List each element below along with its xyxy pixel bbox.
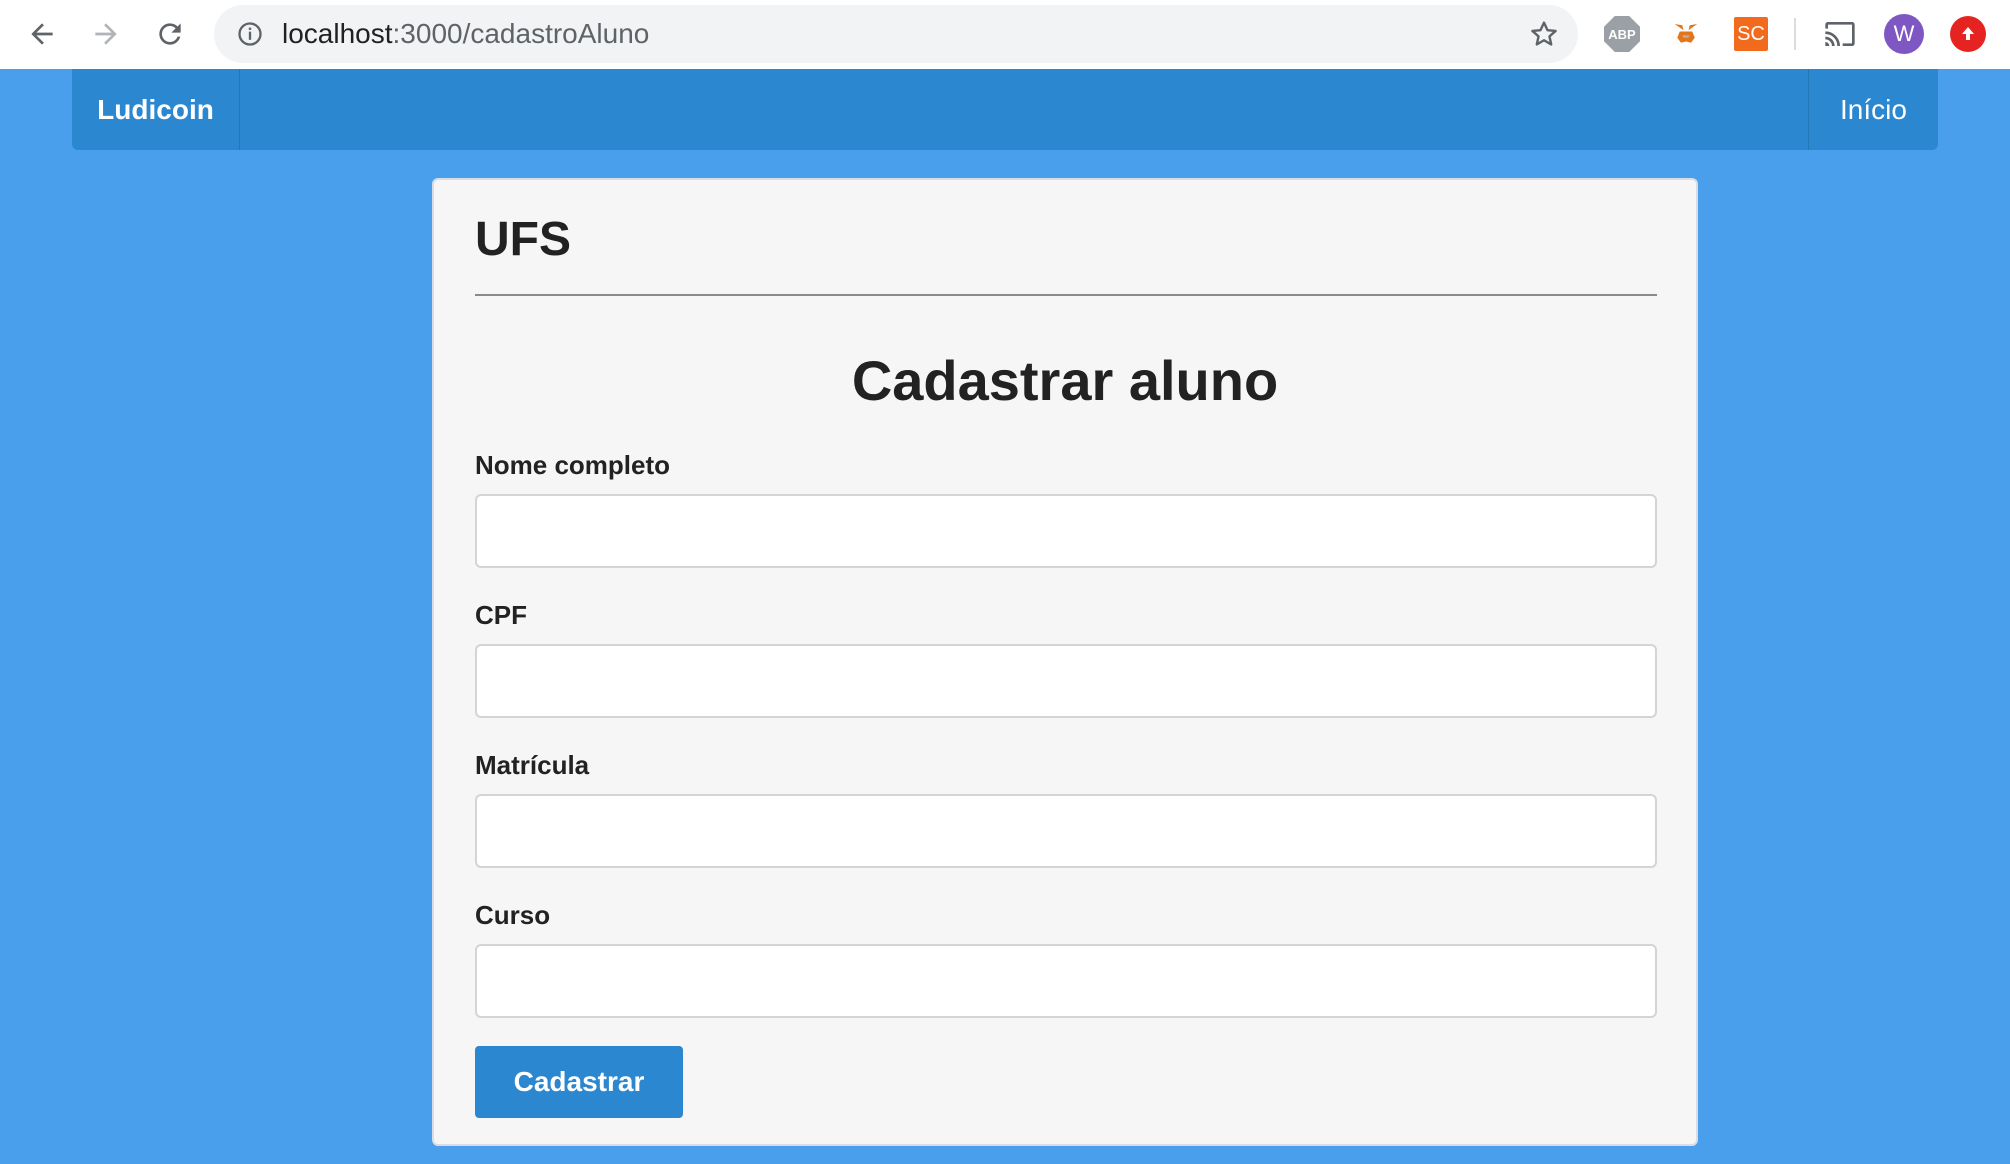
full-name-label: Nome completo [475,450,671,480]
update-arrow-icon[interactable] [1950,16,1986,52]
back-button[interactable] [20,12,64,56]
full-name-input[interactable] [475,494,1657,568]
adblock-extension-icon[interactable]: ABP [1604,16,1640,52]
sc-extension-icon[interactable]: SC [1734,17,1768,51]
reload-icon [159,23,181,45]
course-label: Curso [475,900,551,930]
bookmark-star-icon[interactable] [1528,18,1560,50]
course-input[interactable] [475,944,1657,1018]
arrow-right-icon [95,23,117,45]
header-divider [475,294,1657,296]
registration-number-label: Matrícula [475,750,590,780]
url-path: :3000/cadastroAluno [392,18,650,49]
institution-title: UFS [475,213,571,266]
address-bar[interactable]: localhost:3000/cadastroAluno [214,5,1578,63]
registration-number-input[interactable] [475,794,1657,868]
metamask-extension-icon[interactable] [1668,16,1704,52]
submit-button[interactable]: Cadastrar [475,1046,683,1118]
home-link[interactable]: Início [1808,69,1938,150]
cpf-input[interactable] [475,644,1657,718]
info-icon[interactable] [236,20,264,48]
toolbar-divider [1794,18,1796,50]
app-navbar: Ludicoin Início [72,69,1938,150]
arrow-left-icon [31,23,53,45]
brand-link[interactable]: Ludicoin [72,69,240,150]
browser-toolbar: localhost:3000/cadastroAluno ABP SC W [0,0,2010,69]
profile-avatar[interactable]: W [1884,14,1924,54]
cast-icon[interactable] [1822,16,1858,52]
url-text: localhost:3000/cadastroAluno [282,5,649,63]
reload-button[interactable] [148,12,192,56]
cpf-label: CPF [475,600,527,630]
form-title: Cadastrar aluno [851,349,1279,412]
url-host: localhost [282,18,393,49]
forward-button[interactable] [84,12,128,56]
registration-card: UFS Cadastrar aluno Nome completo CPF Ma… [432,178,1698,1146]
